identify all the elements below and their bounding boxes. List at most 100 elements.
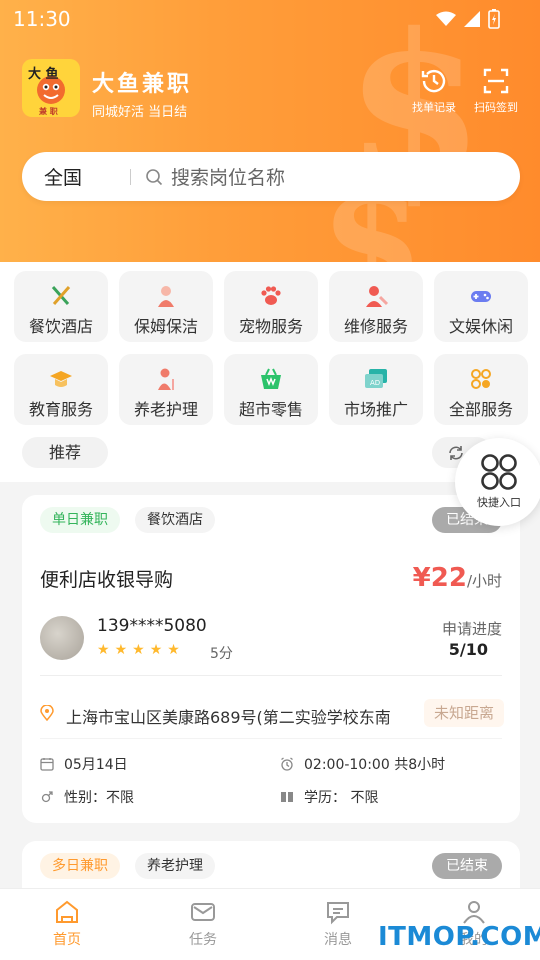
category-entertainment[interactable]: 文娱休闲 (434, 271, 528, 342)
category-elderly-care[interactable]: 养老护理 (119, 354, 213, 425)
status-bar: 11:30 (0, 0, 540, 38)
job-card[interactable]: 单日兼职 餐饮酒店 已结束 便利店收银导购 ¥22/小时 139****5080… (22, 495, 520, 823)
tab-messages[interactable]: 消息 (298, 889, 378, 949)
history-icon (421, 69, 446, 93)
graduation-cap-icon (50, 371, 72, 387)
category-nanny[interactable]: 保姆保洁 (119, 271, 213, 342)
home-icon (56, 900, 78, 923)
progress-value: 5/10 (448, 640, 488, 659)
book-icon (281, 792, 293, 802)
battery-icon (488, 9, 500, 29)
search-divider (130, 168, 131, 185)
watermark: ITMOP.COM (378, 922, 540, 952)
category-label: 餐饮酒店 (28, 317, 93, 336)
category-label: 市场推广 (343, 400, 408, 419)
category-label: 超市零售 (238, 400, 303, 419)
category-promotion[interactable]: AD 市场推广 (329, 354, 423, 425)
job-date-text: 05月14日 (64, 757, 128, 773)
category-label: 文娱休闲 (448, 317, 513, 336)
header-banner: $ $ (0, 0, 540, 262)
job-education-text: 学历： 不限 (304, 790, 379, 806)
category-pet[interactable]: 宠物服务 (224, 271, 318, 342)
tab-recommend[interactable]: 推荐 (22, 437, 108, 468)
tab-messages-label: 消息 (324, 932, 352, 948)
app-name: 大鱼兼职 (92, 72, 193, 97)
message-icon (327, 902, 349, 925)
star-icon: ★ (167, 642, 180, 658)
tab-tasks[interactable]: 任务 (163, 889, 243, 949)
status-badge: 已结束 (432, 853, 502, 879)
star-icon: ★ (149, 642, 163, 658)
history-label: 找单记录 (412, 101, 456, 114)
basket-icon (261, 368, 281, 389)
search-icon (146, 168, 163, 185)
app-logo: 大 鱼 兼 职 (22, 59, 80, 117)
search-input[interactable]: 搜索岗位名称 (171, 163, 285, 190)
job-type-tag: 单日兼职 (40, 507, 120, 533)
job-hours-text: 02:00-10:00 共8小时 (304, 757, 446, 773)
job-gender-text: 性别：不限 (64, 790, 134, 806)
category-catering[interactable]: 餐饮酒店 (14, 271, 108, 342)
job-address: 上海市宝山区美康路689号(第二实验学校东南 (66, 708, 391, 727)
tab-tasks-label: 任务 (189, 932, 217, 948)
tab-home[interactable]: 首页 (27, 889, 107, 949)
quick-entry-label: 快捷入口 (477, 496, 521, 509)
job-type-tag: 多日兼职 (40, 853, 120, 879)
category-label: 宠物服务 (238, 317, 303, 336)
grid-icon (471, 369, 491, 389)
search-bar[interactable]: 全国 搜索岗位名称 (22, 152, 520, 201)
rating-stars: ★ ★ ★ ★ ★ (97, 642, 180, 658)
history-button[interactable]: 找单记录 (404, 66, 464, 115)
divider (40, 738, 502, 739)
avatar (40, 616, 84, 660)
svg-text:AD: AD (370, 379, 380, 387)
job-title: 便利店收银导购 (40, 569, 174, 591)
paw-icon (261, 286, 281, 305)
gender-icon (41, 791, 53, 803)
alarm-clock-icon (281, 757, 293, 771)
tab-home-label: 首页 (53, 932, 81, 948)
nanny-icon (158, 286, 174, 307)
scan-label: 扫码签到 (474, 101, 518, 114)
scan-icon (483, 68, 509, 94)
location-icon (40, 705, 54, 721)
city-selector[interactable]: 全国 (44, 163, 130, 190)
elderly-icon (158, 368, 174, 390)
distance-badge: 未知距离 (423, 699, 504, 727)
category-all[interactable]: 全部服务 (434, 354, 528, 425)
job-date: 05月14日 (40, 754, 128, 774)
category-supermarket[interactable]: 超市零售 (224, 354, 318, 425)
price-value: 22 (430, 563, 467, 593)
category-label: 全部服务 (448, 400, 513, 419)
category-label: 教育服务 (28, 400, 93, 419)
quick-grid-icon (481, 454, 517, 490)
job-category-tag: 餐饮酒店 (135, 507, 215, 533)
signal-icon (464, 11, 480, 27)
star-icon: ★ (97, 642, 110, 658)
app-slogan: 同城好活 当日结 (92, 105, 188, 120)
job-education: 学历： 不限 (280, 787, 378, 807)
poster-phone: 139****5080 (97, 616, 207, 636)
scan-button[interactable]: 扫码签到 (466, 66, 526, 115)
status-time: 11:30 (13, 7, 71, 31)
wrench-icon (366, 286, 389, 307)
progress-label: 申请进度 (441, 620, 502, 638)
mail-icon (191, 903, 215, 921)
gamepad-icon (471, 291, 491, 302)
job-hours: 02:00-10:00 共8小时 (280, 754, 445, 774)
category-education[interactable]: 教育服务 (14, 354, 108, 425)
star-icon: ★ (132, 642, 145, 658)
calendar-icon (40, 758, 54, 771)
job-price: ¥22/小时 (413, 563, 502, 593)
category-label: 保姆保洁 (133, 317, 198, 336)
job-gender: 性别：不限 (40, 787, 134, 807)
job-category-tag: 养老护理 (135, 853, 215, 879)
price-unit: /小时 (466, 572, 502, 590)
brand-block: 大鱼兼职 同城好活 当日结 (92, 66, 192, 120)
category-label: 维修服务 (343, 317, 408, 336)
category-repair[interactable]: 维修服务 (329, 271, 423, 342)
logo-text-bottom: 兼 职 (38, 106, 58, 116)
category-label: 养老护理 (133, 400, 198, 419)
utensils-icon (51, 286, 71, 305)
quick-entry-button[interactable]: 快捷入口 (455, 438, 540, 526)
